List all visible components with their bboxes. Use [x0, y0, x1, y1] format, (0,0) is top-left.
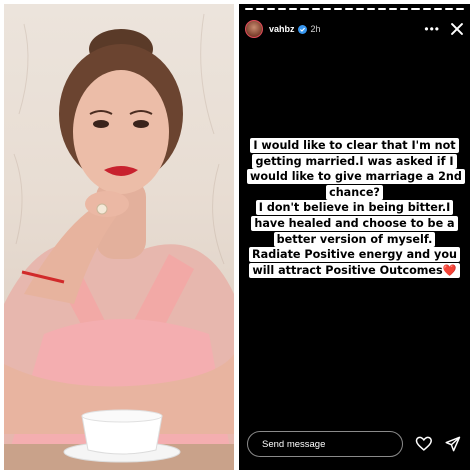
- close-icon[interactable]: [450, 22, 464, 36]
- story-caption: I would like to clear that I'm not getti…: [247, 136, 465, 278]
- progress-segment: [422, 8, 431, 10]
- portrait-photo: [4, 4, 234, 470]
- progress-segment: [245, 8, 254, 10]
- progress-segment: [400, 8, 409, 10]
- caption-line: Radiate Positive energy and you: [249, 247, 460, 263]
- progress-segment: [289, 8, 298, 10]
- progress-segment: [455, 8, 464, 10]
- story-viewer[interactable]: vahbz 2h ••• I would like to clear that …: [239, 4, 470, 470]
- caption-line-last: will attract Positive Outcomes❤️: [249, 262, 460, 278]
- progress-segment: [433, 8, 442, 10]
- progress-segment: [311, 8, 320, 10]
- progress-segment: [333, 8, 342, 10]
- progress-segment: [444, 8, 453, 10]
- progress-segment: [367, 8, 376, 10]
- heart-icon[interactable]: [415, 435, 433, 453]
- caption-line: I would like to clear that I'm not: [250, 138, 459, 153]
- progress-segment: [355, 8, 365, 10]
- username[interactable]: vahbz: [269, 24, 295, 34]
- story-progress-bar: [245, 8, 464, 10]
- progress-segment: [256, 8, 265, 10]
- caption-line: have healed and choose to be a: [251, 215, 458, 231]
- story-footer: Send message: [247, 430, 462, 458]
- caption-text: will attract Positive Outcomes: [252, 263, 443, 277]
- post-time: 2h: [310, 24, 321, 34]
- send-message-placeholder: Send message: [262, 438, 326, 450]
- avatar[interactable]: [245, 20, 263, 38]
- caption-line: would like to give marriage a 2nd: [247, 169, 465, 185]
- progress-segment: [378, 8, 387, 10]
- heart-emoji: ❤️: [442, 263, 457, 277]
- paper-plane-icon[interactable]: [444, 435, 462, 453]
- more-options-icon[interactable]: •••: [424, 23, 440, 35]
- progress-segment: [300, 8, 309, 10]
- progress-segment: [322, 8, 331, 10]
- progress-segment: [267, 8, 276, 10]
- story-header: vahbz 2h •••: [245, 18, 464, 40]
- progress-segment: [278, 8, 287, 10]
- verified-badge-icon: [297, 24, 307, 34]
- progress-segment: [411, 8, 420, 10]
- send-message-input[interactable]: Send message: [247, 431, 403, 457]
- progress-segment: [389, 8, 398, 10]
- progress-segment: [344, 8, 353, 10]
